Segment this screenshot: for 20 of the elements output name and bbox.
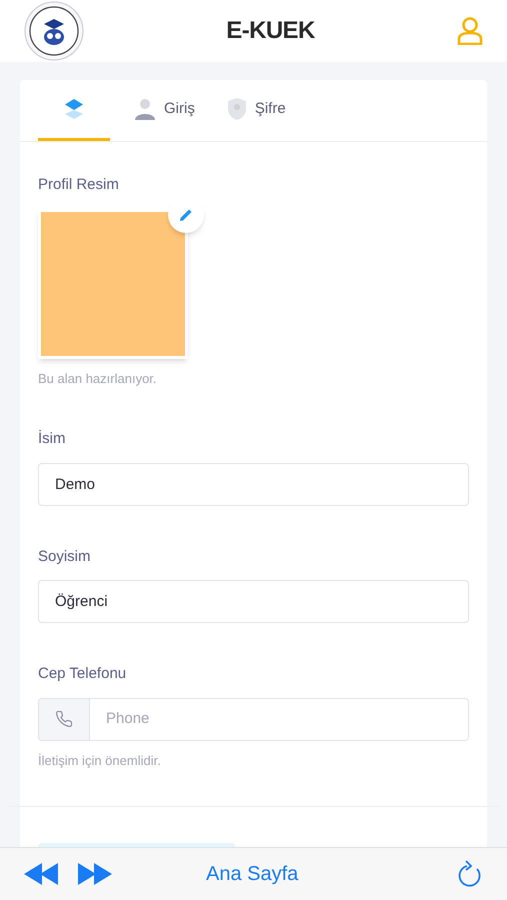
hint-text: İletişim için önemlidir. [38, 752, 162, 770]
layers-icon [63, 98, 85, 120]
tab[interactable]: Giriş [126, 80, 203, 141]
bottom-title: Ana Sayfa [206, 862, 298, 887]
field-label: Soyisim [38, 546, 92, 566]
text-field[interactable]: Öğrenci [38, 580, 469, 623]
app-title: E-KUEK [226, 16, 315, 46]
pencil-icon [179, 208, 193, 222]
field-label: İsim [38, 429, 66, 449]
tab[interactable]: Şifre [218, 80, 294, 141]
phone-icon [55, 710, 73, 728]
field-label: Cep Telefonu [38, 664, 128, 684]
edit-button[interactable] [168, 196, 204, 232]
phone-field[interactable]: Phone [90, 698, 469, 740]
refresh-icon[interactable] [457, 860, 483, 888]
person-icon [134, 98, 156, 120]
hint-text: Bu alan hazırlanıyor. [38, 370, 158, 388]
text-field[interactable]: Demo [38, 462, 469, 506]
field-label: Profil Resim [38, 175, 120, 195]
shield-icon [226, 97, 247, 121]
